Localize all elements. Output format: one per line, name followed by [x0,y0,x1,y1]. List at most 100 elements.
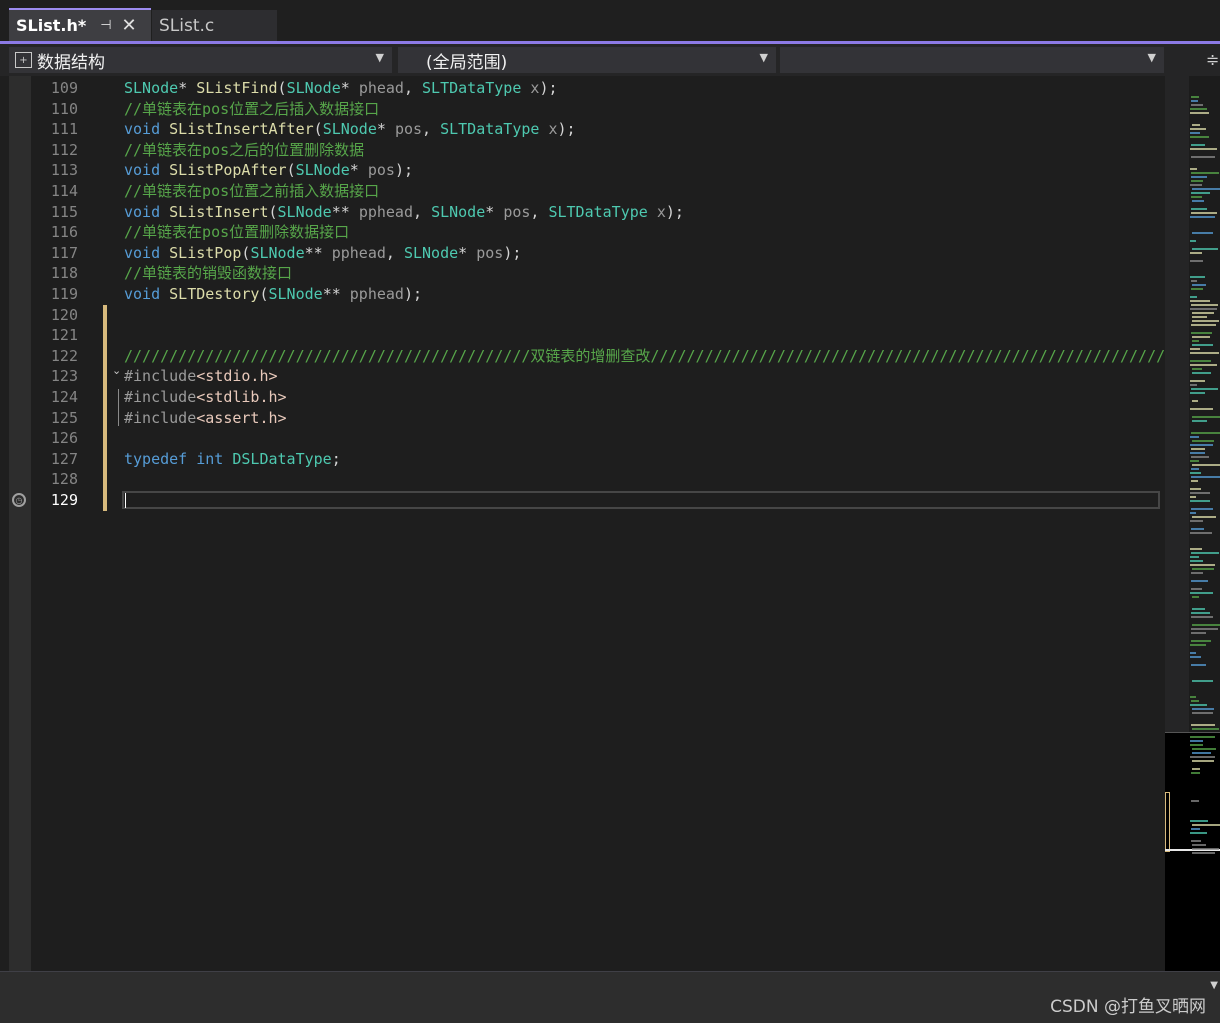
code-line[interactable]: 119 void SLTDestory(SLNode** pphead); [9,284,1165,305]
minimap-code-line [1191,800,1199,802]
minimap-code-line [1190,556,1199,558]
line-number: 127 [50,449,78,468]
minimap-code-line [1192,728,1219,730]
code-line[interactable]: 111 void SListInsertAfter(SLNode* pos, SL… [9,119,1165,140]
code-text: void SListInsert(SLNode** pphead, SLNode… [124,202,684,223]
code-text: SLNode* SListFind(SLNode* phead, SLTData… [124,78,558,99]
scope-dropdown[interactable]: (全局范围) ▼ [398,47,776,73]
minimap-code-line [1190,532,1212,534]
line-number: 119 [50,285,78,303]
code-token: ); [403,285,423,303]
minimap-code-line [1192,372,1211,374]
code-line[interactable]: 109 SLNode* SListFind(SLNode* phead, SLTD… [9,78,1165,99]
code-line[interactable]: 114 //单链表在pos位置之前插入数据接口 [9,181,1165,202]
text-caret [125,493,126,508]
minimap-code-line [1190,168,1197,170]
code-token: SListPopAfter [169,161,287,180]
minimap-code-line [1190,820,1208,822]
code-token: pphead [349,285,404,303]
member-dropdown[interactable]: ▼ [780,47,1164,73]
code-token: SLTDataType [440,120,540,139]
code-token: ( [286,161,296,180]
code-token: SLTDataType [548,202,648,221]
project-dropdown[interactable]: + 数据结构 ▼ [9,47,392,73]
minimap-code-line [1190,380,1205,382]
minimap-code-line [1190,252,1202,254]
code-line[interactable]: 120 [9,305,1165,326]
code-text: void SListPop(SLNode** pphead, SLNode* p… [124,243,521,264]
code-line[interactable]: 122 /////////////////////////////////////… [9,346,1165,367]
minimap-code-line [1192,712,1213,714]
code-text: typedef int DSLDataType; [124,449,341,470]
split-editor-icon[interactable]: ≑ [1206,50,1219,69]
code-line[interactable]: 117 void SListPop(SLNode** pphead, SLNode… [9,243,1165,264]
minimap-code-line [1190,112,1209,114]
pin-icon[interactable]: ⊣ [100,18,111,33]
code-token: * [376,120,395,139]
minimap-code-line [1190,260,1203,262]
line-number: 124 [50,388,78,406]
code-line[interactable]: 115 void SListInsert(SLNode** pphead, SLN… [9,202,1165,223]
code-token: pphead [331,243,386,262]
history-clock-icon[interactable]: ◷ [12,493,26,507]
minimap-code-line [1192,420,1207,422]
code-token: void [124,285,161,303]
minimap-code-line [1190,564,1215,566]
line-number: 120 [50,305,78,324]
code-text: #include<stdio.h> [124,366,278,387]
line-number: 125 [50,408,78,427]
code-token: SLNode [286,79,341,97]
code-line[interactable]: 116 //单链表在pos位置删除数据接口 [9,222,1165,243]
code-token: ); [503,243,522,262]
code-line[interactable]: 112 //单链表在pos之后的位置删除数据 [9,140,1165,161]
code-token: ; [331,449,341,468]
minimap-code-line [1190,384,1197,386]
code-line[interactable]: 113 void SListPopAfter(SLNode* pos); [9,160,1165,181]
minimap-code-line [1190,216,1215,218]
minimap-code-line [1191,828,1200,830]
code-text: #include<assert.h> [124,408,287,429]
minimap-code-line [1190,408,1213,410]
code-line[interactable]: 110 //单链表在pos位置之后插入数据接口 [9,99,1165,120]
code-token: * [485,202,504,221]
minimap-code-line [1190,436,1199,438]
code-token: ); [394,161,413,180]
minimap-code-line [1192,748,1216,750]
minimap-code-line [1190,276,1205,278]
code-token: void [124,120,161,139]
minimap-scrollbar[interactable] [1165,76,1220,972]
minimap-code-line [1192,708,1214,710]
line-number: 113 [50,161,78,180]
code-token: ** [322,285,350,303]
code-editor[interactable]: 109 SLNode* SListFind(SLNode* phead, SLTD… [9,76,1165,971]
tab-slist-h[interactable]: SList.h* ⊣ ✕ [9,8,151,41]
code-token: SLTDataType [422,79,522,97]
code-line[interactable]: 121 [9,325,1165,346]
minimap-code-line [1192,844,1206,846]
code-token: SLNode [277,202,332,221]
code-text: void SListInsertAfter(SLNode* pos, SLTDa… [124,119,576,140]
code-line[interactable]: 128 [9,469,1165,490]
code-line[interactable]: 118 //单链表的销毁函数接口 [9,263,1165,284]
minimap-code-line [1192,824,1220,826]
minimap-code-line [1190,740,1203,742]
line-number: 126 [50,429,78,448]
code-line[interactable]: 124 #include<stdlib.h> [9,387,1165,408]
minimap-code-line [1192,316,1207,318]
code-line[interactable]: 127 typedef int DSLDataType; [9,449,1165,470]
code-line[interactable]: 123 #include<stdio.h> [9,366,1165,387]
minimap-code-line [1190,108,1207,110]
code-token: void [124,243,161,262]
minimap-code-line [1192,284,1206,286]
code-line[interactable]: 125 #include<assert.h> [9,408,1165,429]
code-line[interactable]: 126 [9,428,1165,449]
minimap-code-line [1190,360,1211,362]
tab-slist-c[interactable]: SList.c [152,10,277,41]
chevron-down-icon[interactable]: ▼ [1210,980,1218,991]
code-token: pos [503,202,531,221]
close-icon[interactable]: ✕ [122,15,137,36]
code-token: #include [124,388,197,406]
minimap-code-line [1190,136,1209,138]
chevron-down-icon[interactable]: ⌄ [112,364,121,377]
